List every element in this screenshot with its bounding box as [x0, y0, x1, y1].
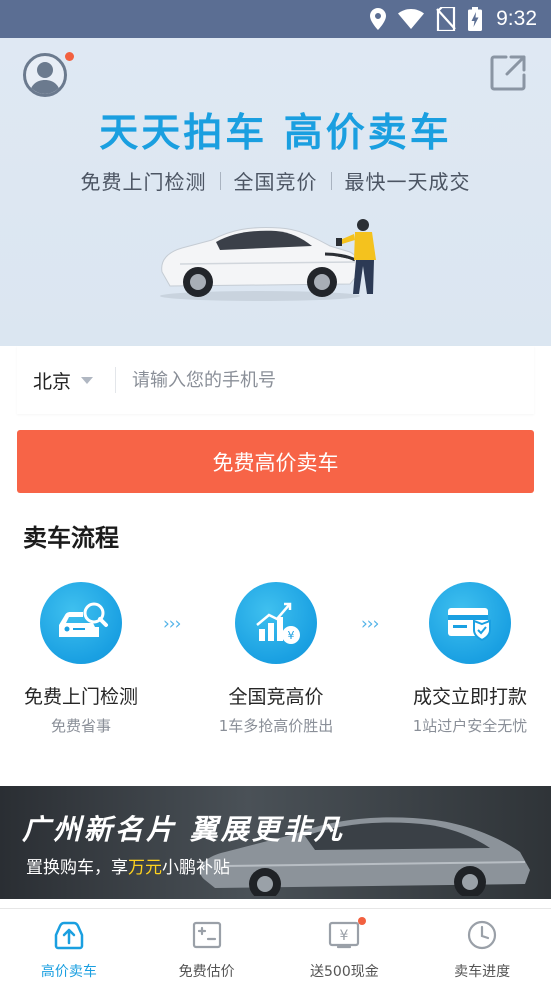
- nav-label: 卖车进度: [454, 964, 511, 980]
- no-sim-icon: [436, 7, 456, 31]
- process-step-inspection: 免费上门检测 免费省事: [0, 582, 171, 736]
- feature-fast-deal: 最快一天成交: [344, 170, 471, 194]
- nav-item-cash-gift[interactable]: ¥ 送500现金: [276, 909, 414, 981]
- user-avatar-button[interactable]: [23, 53, 67, 97]
- battery-charging-icon: [468, 7, 483, 31]
- hero-section: 天天拍车 高价卖车 免费上门检测 全国竞价 最快一天成交: [0, 38, 551, 346]
- step-arrow: ›››: [361, 614, 379, 634]
- caret-down-icon: [81, 376, 94, 384]
- feature-divider: [330, 171, 332, 190]
- phone-form: 北京: [17, 346, 534, 414]
- banner-sub-text: 小鹏补贴: [162, 858, 230, 878]
- svg-text:¥: ¥: [288, 629, 295, 642]
- process-step-payment: 成交立即打款 1站过户安全无忧: [380, 582, 551, 736]
- sell-car-icon: [54, 921, 84, 950]
- step-subtitle: 1站过户安全无忧: [412, 717, 528, 735]
- step-title: 成交立即打款: [412, 686, 527, 708]
- hero-title: 天天拍车 高价卖车: [99, 111, 452, 156]
- banner-title: 广州新名片 翼展更非凡: [22, 813, 345, 846]
- nav-item-valuation[interactable]: 免费估价: [138, 909, 276, 981]
- process-step-bidding: ¥ 全国竞高价 1车多抢高价胜出: [186, 582, 366, 736]
- wifi-icon: [398, 9, 425, 29]
- step-title: 免费上门检测: [23, 686, 138, 708]
- step-icon-circle: [429, 582, 511, 664]
- banner-sub-highlight: 万元: [128, 858, 162, 878]
- notification-dot: [357, 917, 366, 925]
- bidding-chart-icon: ¥: [256, 602, 300, 644]
- hero-features: 免费上门检测 全国竞价 最快一天成交: [0, 166, 551, 195]
- step-icon-circle: [40, 582, 122, 664]
- feature-divider: [219, 171, 221, 190]
- status-bar: 9:32: [0, 0, 551, 38]
- svg-text:¥: ¥: [340, 928, 349, 944]
- location-icon: [370, 8, 387, 30]
- step-title: 全国竞高价: [228, 686, 324, 708]
- nav-label: 免费估价: [178, 964, 235, 980]
- clock-icon: [468, 920, 497, 950]
- feature-national-bidding: 全国竞价: [233, 170, 318, 194]
- step-icon-circle: ¥: [235, 582, 317, 664]
- user-avatar-icon: [30, 62, 60, 94]
- notification-dot: [65, 52, 74, 61]
- valuation-icon: [192, 921, 221, 949]
- step-arrow: ›››: [163, 614, 181, 634]
- free-sell-button[interactable]: 免费高价卖车: [17, 430, 534, 493]
- nav-label: 送500现金: [310, 964, 379, 980]
- city-select[interactable]: 北京: [17, 346, 115, 414]
- nav-item-progress[interactable]: 卖车进度: [413, 909, 551, 981]
- promo-banner[interactable]: 广州新名片 翼展更非凡 置换购车，享万元小鹏补贴: [0, 786, 551, 899]
- banner-sub-text: 置换购车，享: [26, 858, 128, 878]
- nav-label: 高价卖车: [40, 964, 97, 980]
- process-title: 卖车流程: [23, 524, 119, 552]
- nav-item-sell-car[interactable]: 高价卖车: [0, 909, 138, 981]
- banner-subtitle: 置换购车，享万元小鹏补贴: [26, 853, 230, 878]
- status-time: 9:32: [496, 7, 537, 30]
- status-icons: 9:32: [370, 0, 537, 38]
- car-inspection-icon: [59, 602, 108, 637]
- bottom-nav: 高价卖车 免费估价 ¥ 送500现金 卖车进度: [0, 908, 551, 981]
- car-inspector-illustration: [160, 219, 376, 301]
- step-subtitle: 1车多抢高价胜出: [218, 717, 334, 735]
- feature-free-inspection: 免费上门检测: [80, 170, 207, 194]
- phone-input[interactable]: [116, 346, 534, 414]
- city-label: 北京: [33, 370, 72, 393]
- cash-gift-icon: ¥: [329, 921, 360, 949]
- step-subtitle: 免费省事: [50, 717, 111, 735]
- payment-card-icon: [448, 608, 491, 642]
- share-icon[interactable]: [489, 54, 527, 92]
